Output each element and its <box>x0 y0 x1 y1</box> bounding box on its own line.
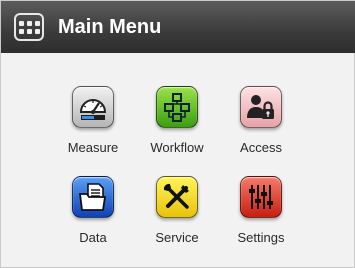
page-title: Main Menu <box>58 16 162 38</box>
data-icon-button[interactable] <box>72 176 114 218</box>
measure-icon-button[interactable] <box>72 86 114 128</box>
workflow-button[interactable]: Workflow <box>132 86 222 168</box>
title-bar: Main Menu <box>1 1 355 53</box>
measure-button[interactable]: Measure <box>48 86 138 168</box>
service-icon-button[interactable] <box>156 176 198 218</box>
workflow-label: Workflow <box>150 140 204 155</box>
access-label: Access <box>240 140 282 155</box>
settings-button[interactable]: Settings <box>216 176 306 258</box>
data-button[interactable]: Data <box>48 176 138 258</box>
grid-menu-icon[interactable] <box>14 13 44 41</box>
service-label: Service <box>155 230 199 245</box>
workflow-icon <box>164 93 190 122</box>
tools-icon <box>163 183 189 209</box>
user-lock-icon <box>247 95 274 119</box>
settings-label: Settings <box>237 230 285 245</box>
folder-document-icon <box>78 183 107 211</box>
workflow-icon-button[interactable] <box>156 86 198 128</box>
gauge-icon <box>79 99 107 120</box>
service-button[interactable]: Service <box>132 176 222 258</box>
access-icon-button[interactable] <box>240 86 282 128</box>
sliders-icon <box>249 185 273 209</box>
data-label: Data <box>79 230 107 245</box>
main-menu-screen: Main Menu Measure Workflow Access Data S… <box>0 0 355 268</box>
access-button[interactable]: Access <box>216 86 306 168</box>
measure-label: Measure <box>67 140 119 155</box>
settings-icon-button[interactable] <box>240 176 282 218</box>
